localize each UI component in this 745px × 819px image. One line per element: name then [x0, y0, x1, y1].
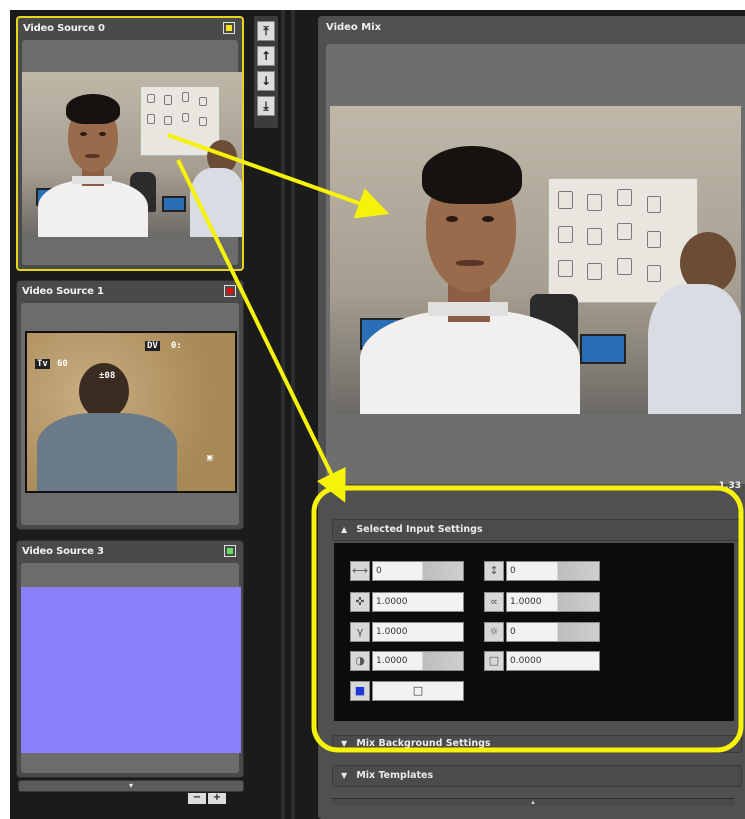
brightness-control: ☼ 0 [484, 622, 600, 642]
video-source-3-title: Video Source 3 [22, 546, 104, 557]
mix-templates-title: Mix Templates [356, 770, 434, 781]
video-mix-preview[interactable] [330, 106, 741, 414]
video-source-1-frame: Tv 60 ±08 DV 0: ▣ [21, 303, 239, 525]
aspect-icon: ∝ [484, 592, 504, 612]
viewfinder-exposure: ±08 [99, 371, 116, 381]
vertical-position-slider[interactable]: 0 [506, 561, 600, 581]
video-source-1-panel[interactable]: Video Source 1 Tv 60 ±08 DV 0: ▣ [16, 280, 244, 530]
mix-templates-header[interactable]: ▼ Mix Templates [332, 765, 742, 787]
video-source-3-status-indicator[interactable] [224, 545, 236, 557]
expand-up-icon: ▲ [341, 525, 348, 534]
video-source-3-frame [21, 563, 241, 773]
contrast-control: ◑ 1.0000 [350, 651, 464, 671]
mix-background-settings-title: Mix Background Settings [356, 738, 491, 749]
video-mix-frame [326, 44, 745, 484]
color-key-icon: ■ [350, 681, 370, 701]
selected-input-settings-title: Selected Input Settings [356, 524, 483, 535]
horizontal-position-slider[interactable]: 0 [372, 561, 464, 581]
gamma-field[interactable]: 1.0000 [372, 622, 464, 642]
video-source-1-status-indicator[interactable] [224, 285, 236, 297]
expand-down-icon: ▼ [341, 771, 348, 780]
splitter-left[interactable] [281, 10, 285, 819]
source-list-scroll-down[interactable]: ▾ [18, 780, 244, 792]
horizontal-position-icon: ⟷ [350, 561, 370, 581]
panel-collapse-grip[interactable]: ▴ [332, 798, 734, 806]
video-source-3-panel[interactable]: Video Source 3 [16, 540, 244, 778]
horizontal-position-control: ⟷ 0 [350, 561, 464, 581]
video-source-0-title: Video Source 0 [23, 23, 105, 34]
brightness-icon: ☼ [484, 622, 504, 642]
color-key-control: ■ □ [350, 681, 464, 701]
video-source-3-preview[interactable] [21, 587, 241, 753]
layer-order-toolbar: ⤒ ↑ ↓ ⤓ [254, 16, 278, 128]
video-source-1-preview[interactable]: Tv 60 ±08 DV 0: ▣ [25, 331, 237, 493]
video-source-0-frame [22, 40, 242, 265]
video-source-0-panel[interactable]: Video Source 0 [16, 16, 244, 271]
move-to-top-button[interactable]: ⤒ [257, 21, 275, 41]
aspect-control: ∝ 1.0000 [484, 592, 600, 612]
video-source-0-status-indicator[interactable] [223, 22, 235, 34]
scale-icon: ✜ [350, 592, 370, 612]
border-icon: □ [484, 651, 504, 671]
viewfinder-mode: Tv [35, 359, 50, 369]
vertical-position-icon: ↕ [484, 561, 504, 581]
video-mix-title: Video Mix [326, 22, 382, 33]
remove-source-button[interactable]: − [188, 793, 206, 804]
viewfinder-dv-badge: DV [145, 341, 160, 351]
move-up-button[interactable]: ↑ [257, 46, 275, 66]
viewfinder-bottom-icon: ▣ [207, 453, 213, 463]
viewfinder-counter: 0: [171, 341, 182, 351]
move-down-button[interactable]: ↓ [257, 71, 275, 91]
video-source-1-title: Video Source 1 [22, 286, 104, 297]
vertical-position-control: ↕ 0 [484, 561, 600, 581]
source-add-remove-group: − + [188, 793, 226, 804]
viewfinder-shutter: 60 [57, 359, 68, 369]
add-source-button[interactable]: + [208, 793, 226, 804]
color-key-button[interactable]: □ [372, 681, 464, 701]
aspect-slider[interactable]: 1.0000 [506, 592, 600, 612]
contrast-slider[interactable]: 1.0000 [372, 651, 464, 671]
selected-input-settings-header[interactable]: ▲ Selected Input Settings [332, 519, 742, 541]
scale-control: ✜ 1.0000 [350, 592, 464, 612]
gamma-control: γ 1.0000 [350, 622, 464, 642]
move-to-bottom-button[interactable]: ⤓ [257, 96, 275, 116]
splitter-right[interactable] [291, 10, 295, 819]
expand-down-icon: ▼ [341, 739, 348, 748]
contrast-icon: ◑ [350, 651, 370, 671]
border-control: □ 0.0000 [484, 651, 600, 671]
selected-input-settings-body: ⟷ 0 ✜ 1.0000 γ 1.0000 ◑ 1.0000 ■ □ ↕ 0 ∝… [334, 543, 734, 721]
brightness-slider[interactable]: 0 [506, 622, 600, 642]
mix-background-settings-header[interactable]: ▼ Mix Background Settings [332, 735, 742, 753]
border-field[interactable]: 0.0000 [506, 651, 600, 671]
video-source-0-preview[interactable] [22, 72, 242, 237]
gamma-icon: γ [350, 622, 370, 642]
scale-field[interactable]: 1.0000 [372, 592, 464, 612]
aspect-ratio-label: 1.33 [718, 481, 741, 491]
